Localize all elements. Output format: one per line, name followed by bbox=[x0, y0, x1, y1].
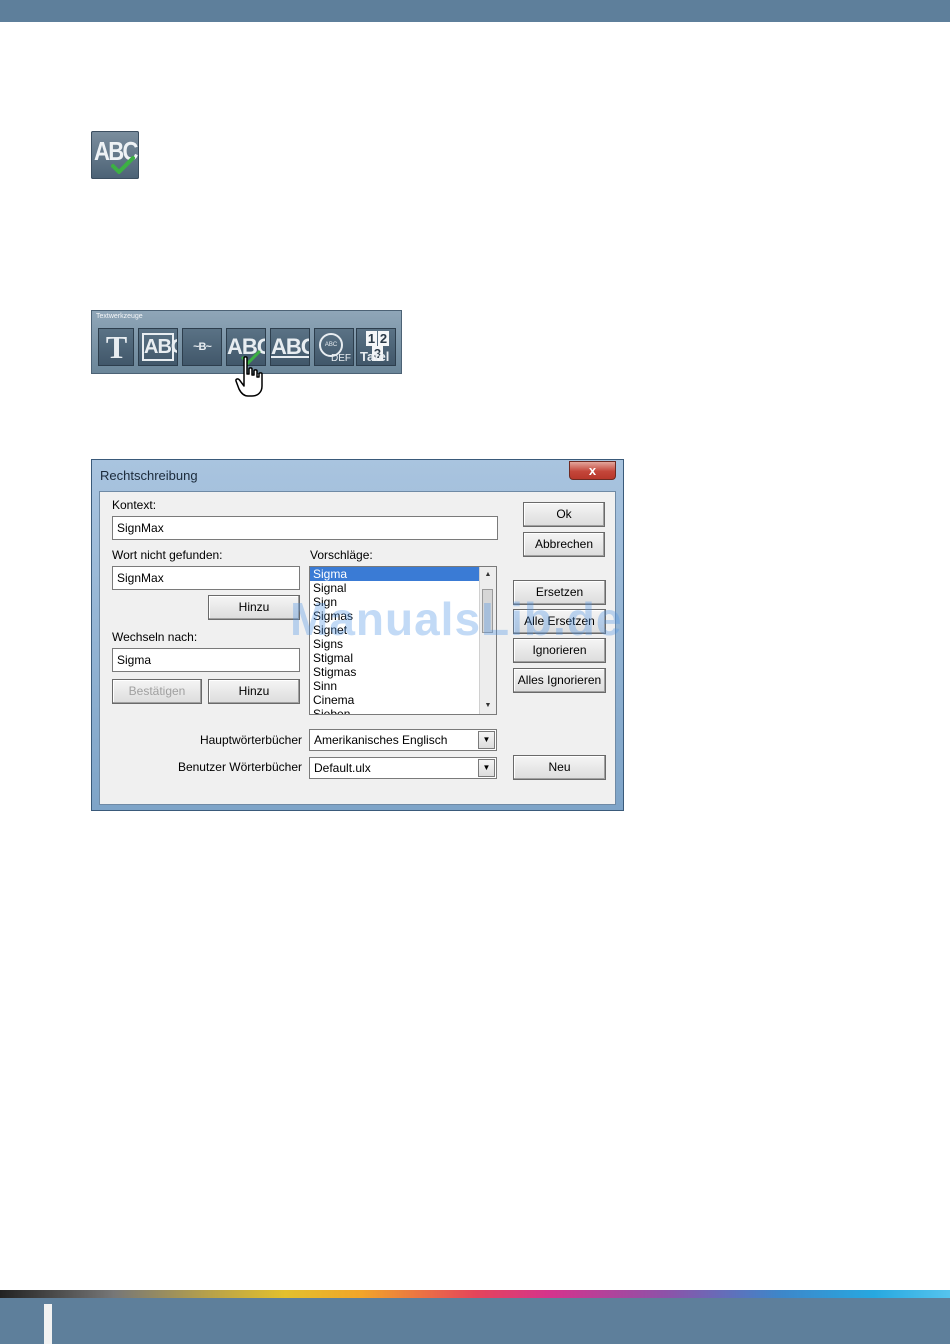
main-dictionary-select[interactable]: Amerikanisches Englisch ▼ bbox=[309, 729, 497, 751]
close-button[interactable]: x bbox=[569, 461, 616, 480]
check-mark-icon bbox=[111, 156, 135, 174]
dialog-title: Rechtschreibung bbox=[100, 468, 198, 483]
abc-underline-button[interactable]: ABC bbox=[270, 328, 310, 366]
tafel-label: Tafel bbox=[360, 349, 390, 364]
abc-definition-button[interactable]: ABC DEF bbox=[314, 328, 354, 366]
suggestions-label: Vorschläge: bbox=[310, 548, 373, 562]
number-table-button[interactable]: 1 23 Tafel bbox=[356, 328, 396, 366]
chevron-down-icon[interactable]: ▼ bbox=[478, 731, 495, 749]
toolbar-title: Textwerkzeuge bbox=[96, 313, 143, 320]
main-dictionary-value: Amerikanisches Englisch bbox=[314, 733, 448, 747]
confirm-button[interactable]: Bestätigen bbox=[112, 679, 202, 704]
new-dictionary-button[interactable]: Neu bbox=[513, 755, 606, 780]
hand-cursor-icon bbox=[235, 356, 263, 397]
spellcheck-icon: ABC bbox=[91, 131, 139, 179]
chevron-down-icon[interactable]: ▼ bbox=[478, 759, 495, 777]
scroll-down-icon[interactable]: ▼ bbox=[480, 698, 496, 714]
user-dictionary-value: Default.ulx bbox=[314, 761, 371, 775]
suggestion-item[interactable]: Sieben bbox=[310, 707, 480, 714]
abc-box-icon: ABC bbox=[142, 333, 177, 361]
top-bar bbox=[0, 0, 950, 22]
scroll-up-icon[interactable]: ▲ bbox=[480, 567, 496, 583]
footer-color-stripe bbox=[0, 1290, 950, 1298]
suggestion-item[interactable]: Stigmas bbox=[310, 665, 480, 679]
abc-underline-icon: ABC bbox=[271, 334, 309, 359]
ignore-all-button[interactable]: Alles Ignorieren bbox=[513, 668, 606, 693]
not-found-field[interactable]: SignMax bbox=[112, 566, 300, 590]
def-label: DEF bbox=[331, 353, 351, 364]
user-dictionary-label: Benutzer Wörterbücher bbox=[177, 760, 302, 774]
user-dictionary-select[interactable]: Default.ulx ▼ bbox=[309, 757, 497, 779]
change-to-label: Wechseln nach: bbox=[112, 630, 198, 644]
dialog-client-area: Kontext: SignMax Wort nicht gefunden: Si… bbox=[99, 491, 616, 805]
not-found-label: Wort nicht gefunden: bbox=[112, 548, 223, 562]
context-field[interactable]: SignMax bbox=[112, 516, 498, 540]
text-tool-button[interactable]: T bbox=[98, 328, 134, 366]
add-word-button-2[interactable]: Hinzu bbox=[208, 679, 300, 704]
context-label: Kontext: bbox=[112, 498, 157, 512]
suggestion-item[interactable]: Stigmal bbox=[310, 651, 480, 665]
watermark: ManualsLib.de bbox=[290, 593, 623, 645]
suggestion-item[interactable]: Cinema bbox=[310, 693, 480, 707]
text-on-path-icon: ~B~ bbox=[193, 341, 212, 353]
cancel-button[interactable]: Abbrechen bbox=[523, 532, 605, 557]
close-icon: x bbox=[588, 463, 597, 478]
abc-box-button[interactable]: ABC bbox=[138, 328, 178, 366]
footer-tab bbox=[44, 1304, 52, 1344]
suggestion-item[interactable]: Sinn bbox=[310, 679, 480, 693]
text-tool-icon: T bbox=[105, 329, 127, 365]
main-dictionary-label: Hauptwörterbücher bbox=[199, 733, 302, 747]
add-word-button[interactable]: Hinzu bbox=[208, 595, 300, 620]
change-to-field[interactable]: Sigma bbox=[112, 648, 300, 672]
text-on-path-button[interactable]: ~B~ bbox=[182, 328, 222, 366]
ok-button[interactable]: Ok bbox=[523, 502, 605, 527]
suggestion-item[interactable]: Sigma bbox=[310, 567, 480, 581]
footer-bar bbox=[0, 1298, 950, 1344]
